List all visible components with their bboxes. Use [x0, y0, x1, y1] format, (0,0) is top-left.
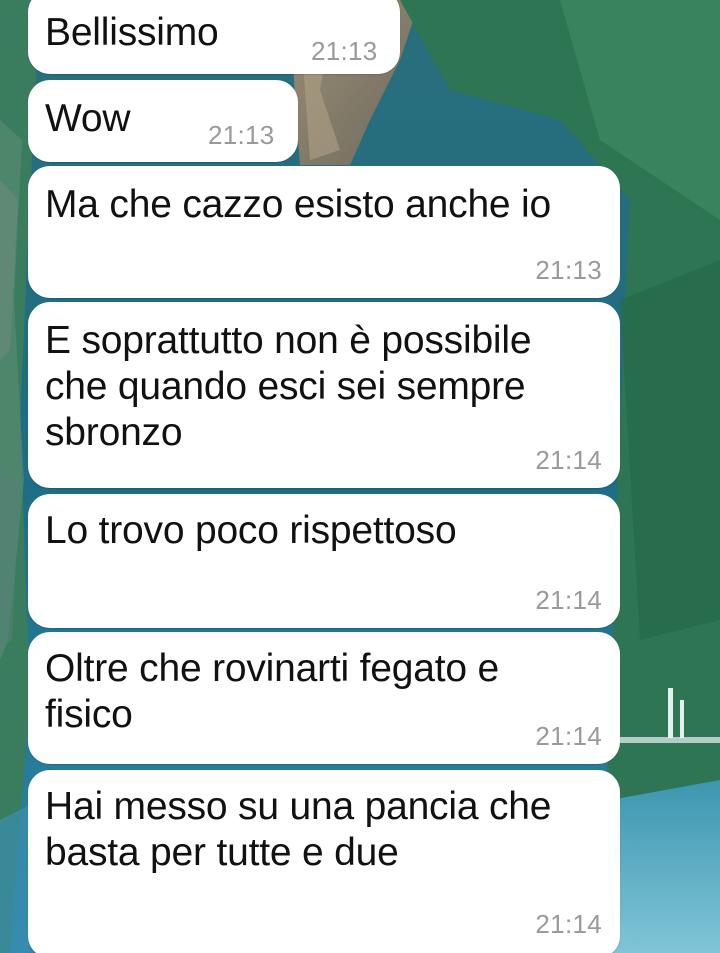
message-bubble[interactable]: Ma che cazzo esisto anche io 21:13	[28, 166, 620, 298]
message-timestamp: 21:13	[208, 120, 275, 150]
message-timestamp: 21:14	[535, 445, 602, 475]
message-bubble[interactable]: Wow 21:13	[28, 80, 298, 162]
message-text: Oltre che rovinarti fegato e fisico	[45, 647, 510, 736]
message-timestamp: 21:13	[535, 255, 602, 285]
message-timestamp: 21:14	[535, 585, 602, 615]
message-list[interactable]: Bellissimo 21:13 Wow 21:13 Ma che cazzo …	[0, 0, 720, 953]
message-bubble[interactable]: Oltre che rovinarti fegato e fisico 21:1…	[28, 632, 620, 764]
message-bubble[interactable]: Lo trovo poco rispettoso 21:14	[28, 494, 620, 628]
message-text: E soprattutto non è possibile che quando…	[45, 319, 542, 454]
message-text: Bellissimo	[45, 11, 219, 54]
message-text: Hai messo su una pancia che basta per tu…	[45, 785, 562, 874]
message-text: Wow	[45, 97, 131, 140]
message-timestamp: 21:14	[535, 721, 602, 751]
message-text: Ma che cazzo esisto anche io	[45, 183, 552, 226]
message-timestamp: 21:14	[535, 909, 602, 939]
message-bubble[interactable]: Bellissimo 21:13	[28, 0, 400, 74]
message-text: Lo trovo poco rispettoso	[45, 509, 457, 552]
message-bubble[interactable]: Hai messo su una pancia che basta per tu…	[28, 770, 620, 953]
message-bubble[interactable]: E soprattutto non è possibile che quando…	[28, 302, 620, 488]
message-timestamp: 21:13	[311, 36, 378, 66]
